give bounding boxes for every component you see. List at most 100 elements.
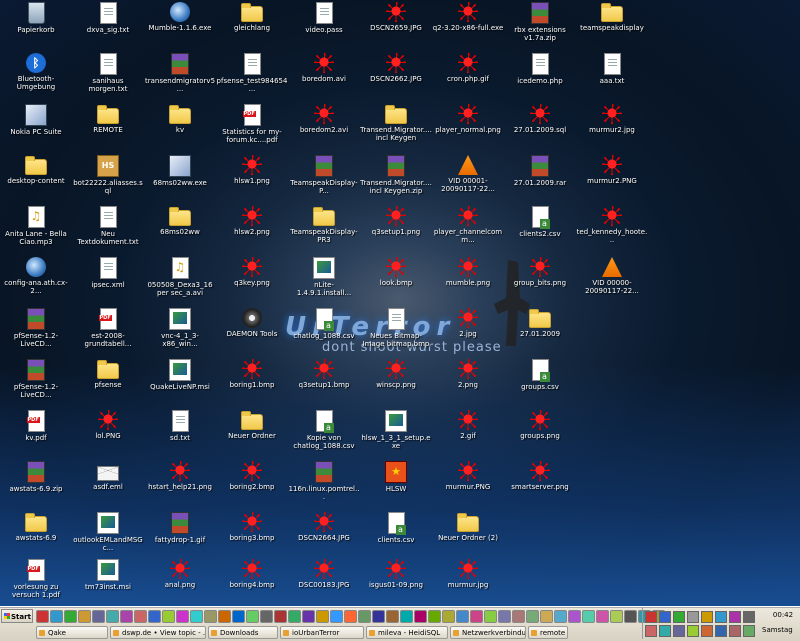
desktop-icon[interactable]: pfSense-1.2-LiveCD... xyxy=(0,308,72,348)
desktop-icon[interactable]: DAEMON Tools xyxy=(216,308,288,338)
desktop-icon[interactable]: 27.01.2009.sql xyxy=(504,104,576,134)
desktop-icon[interactable]: ted_kennedy_hoote... xyxy=(576,206,648,244)
desktop-icon[interactable]: 116n.linux.pomtrel... xyxy=(288,461,360,501)
desktop-icon[interactable]: 050508_Dexa3_16 per sec_a.avi xyxy=(144,257,216,297)
quick-launch-icon[interactable] xyxy=(148,610,161,623)
quick-launch-icon[interactable] xyxy=(484,610,497,623)
desktop-icon[interactable]: gleichlang xyxy=(216,2,288,32)
desktop-icon[interactable]: mumble.png xyxy=(432,257,504,287)
quick-launch-icon[interactable] xyxy=(190,610,203,623)
desktop-icon[interactable]: 2.jpg xyxy=(432,308,504,338)
desktop-icon[interactable]: VID 00001-20090117-22... xyxy=(432,155,504,193)
desktop-icon[interactable]: murmur.PNG xyxy=(432,461,504,491)
desktop-icon[interactable]: chatlog_1088.csv xyxy=(288,308,360,340)
desktop-icon[interactable]: murmur2.PNG xyxy=(576,155,648,185)
desktop-icon[interactable]: DSCN2662.JPG xyxy=(360,53,432,83)
quick-launch-icon[interactable] xyxy=(106,610,119,623)
desktop-icon[interactable]: desktop-content xyxy=(0,155,72,185)
quick-launch-icon[interactable] xyxy=(204,610,217,623)
tray-icon[interactable] xyxy=(743,625,755,637)
quick-launch-icon[interactable] xyxy=(50,610,63,623)
quick-launch-icon[interactable] xyxy=(288,610,301,623)
quick-launch-icon[interactable] xyxy=(596,610,609,623)
desktop-icon[interactable]: boring3.bmp xyxy=(216,512,288,542)
desktop-icon[interactable]: anal.png xyxy=(144,559,216,589)
desktop-icon[interactable]: outlookEMLandMSGc... xyxy=(72,512,144,552)
desktop-icon[interactable]: q3setup1.bmp xyxy=(288,359,360,389)
clock-time[interactable]: 00:42 xyxy=(768,611,798,619)
quick-launch-icon[interactable] xyxy=(540,610,553,623)
desktop-icon[interactable]: config-ana.ath.cx-2... xyxy=(0,257,72,295)
quick-launch-icon[interactable] xyxy=(316,610,329,623)
desktop-icon[interactable]: groups.csv xyxy=(504,359,576,391)
desktop-icon[interactable]: Transend.Migrator.... incl Keygen.zip xyxy=(360,155,432,195)
taskbar-window-button[interactable]: ioUrbanTerror xyxy=(280,626,364,639)
desktop-icon[interactable]: Neu Textdokument.txt xyxy=(72,206,144,246)
desktop-icon[interactable]: Neues Bitmap-Image bitmap.bmp xyxy=(360,308,432,348)
desktop-icon[interactable]: awstats-6.9.zip xyxy=(0,461,72,493)
desktop-icon[interactable]: hlsw2.png xyxy=(216,206,288,236)
desktop-icon[interactable]: icedemo.php xyxy=(504,53,576,85)
desktop-icon[interactable]: q3setup1.png xyxy=(360,206,432,236)
desktop-icon[interactable]: sd.txt xyxy=(144,410,216,442)
desktop-icon[interactable]: 27.01.2009.rar xyxy=(504,155,576,187)
quick-launch-icon[interactable] xyxy=(414,610,427,623)
tray-icon[interactable] xyxy=(645,611,657,623)
desktop-icon[interactable]: awstats-6.9 xyxy=(0,512,72,542)
quick-launch-icon[interactable] xyxy=(344,610,357,623)
taskbar-window-button[interactable]: Downloads xyxy=(208,626,278,639)
tray-icon[interactable] xyxy=(659,611,671,623)
quick-launch-icon[interactable] xyxy=(554,610,567,623)
desktop-icon[interactable]: fattydrop-1.gif xyxy=(144,512,216,544)
desktop-icon[interactable]: vnc-4_1_3-x86_win... xyxy=(144,308,216,348)
desktop-icon[interactable]: Statistics for my-forum.kc....pdf xyxy=(216,104,288,144)
desktop-icon[interactable]: QuakeLiveNP.msi xyxy=(144,359,216,391)
desktop-icon[interactable]: kv xyxy=(144,104,216,134)
desktop-icon[interactable]: VID 00000-20090117-22... xyxy=(576,257,648,295)
tray-icon[interactable] xyxy=(715,625,727,637)
tray-icon[interactable] xyxy=(659,625,671,637)
desktop-icon[interactable]: Neuer Ordner (2) xyxy=(432,512,504,542)
quick-launch-icon[interactable] xyxy=(442,610,455,623)
quick-launch-icon[interactable] xyxy=(386,610,399,623)
taskbar-window-button[interactable]: Qake xyxy=(36,626,108,639)
desktop-icon[interactable]: DSCN2659.JPG xyxy=(360,2,432,32)
desktop-icon[interactable]: DSC00183.JPG xyxy=(288,559,360,589)
desktop-icon[interactable]: pfSense-1.2-LiveCD... xyxy=(0,359,72,399)
desktop-icon[interactable]: boredom2.avi xyxy=(288,104,360,134)
desktop-icon[interactable]: 68ms02ww.exe xyxy=(144,155,216,187)
desktop-icon[interactable]: hstart_help21.png xyxy=(144,461,216,491)
desktop-icon[interactable]: Kopie von chatlog_1088.csv xyxy=(288,410,360,450)
quick-launch-icon[interactable] xyxy=(470,610,483,623)
desktop-icon[interactable]: DSCN2664.JPG xyxy=(288,512,360,542)
desktop-icon[interactable]: clients2.csv xyxy=(504,206,576,238)
quick-launch-icon[interactable] xyxy=(260,610,273,623)
desktop-icon[interactable]: sanihaus morgen.txt xyxy=(72,53,144,93)
tray-icon[interactable] xyxy=(729,611,741,623)
desktop-icon[interactable]: group_bits.png xyxy=(504,257,576,287)
tray-icon[interactable] xyxy=(701,625,713,637)
desktop-icon[interactable]: ᛒ Bluetooth-Umgebung xyxy=(0,53,72,91)
quick-launch-icon[interactable] xyxy=(302,610,315,623)
tray-icon[interactable] xyxy=(673,625,685,637)
desktop-icon[interactable]: TeamspeakDisplay-PR3 xyxy=(288,206,360,244)
quick-launch-icon[interactable] xyxy=(176,610,189,623)
desktop-icon[interactable]: Transend.Migrator.... incl Keygen xyxy=(360,104,432,142)
desktop-icon[interactable]: ipsec.xml xyxy=(72,257,144,289)
desktop-icon[interactable]: Papierkorb xyxy=(0,2,72,34)
quick-launch-icon[interactable] xyxy=(610,610,623,623)
desktop-icon[interactable]: groups.png xyxy=(504,410,576,440)
quick-launch-icon[interactable] xyxy=(36,610,49,623)
desktop-icon[interactable]: Anita Lane - Bella Ciao.mp3 xyxy=(0,206,72,246)
desktop-icon[interactable]: transendmigratorv5... xyxy=(144,53,216,93)
quick-launch-icon[interactable] xyxy=(498,610,511,623)
taskbar-window-button[interactable]: Netzwerkverbindungen xyxy=(450,626,526,639)
desktop-icon[interactable]: pfsense_test984654... xyxy=(216,53,288,93)
start-button[interactable]: Start xyxy=(1,609,33,623)
tray-icon[interactable] xyxy=(673,611,685,623)
quick-launch-icon[interactable] xyxy=(456,610,469,623)
quick-launch-icon[interactable] xyxy=(526,610,539,623)
desktop-icon[interactable]: 2.png xyxy=(432,359,504,389)
tray-icon[interactable] xyxy=(687,611,699,623)
desktop-icon[interactable]: cron.php.gif xyxy=(432,53,504,83)
